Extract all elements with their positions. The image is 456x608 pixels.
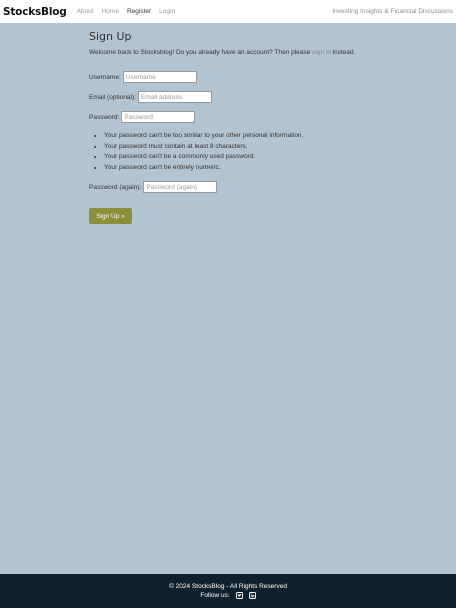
copyright-text: © 2024 StocksBlog - All Rights Reserved: [169, 583, 287, 590]
follow-row: Follow us:: [0, 592, 456, 599]
list-item: Your password must contain at least 8 ch…: [104, 142, 389, 153]
list-item: Your password can't be too similar to yo…: [104, 131, 389, 142]
nav-link-home[interactable]: Home: [102, 8, 119, 15]
page-title: Sign Up: [89, 30, 132, 43]
twitter-icon[interactable]: [235, 592, 243, 599]
signup-form-section: Sign Up Welcome back to Stocksblog! Do y…: [89, 30, 389, 224]
password-again-label: Password (again):: [89, 183, 142, 191]
navbar: StocksBlog About Home Register Login Inv…: [0, 0, 456, 23]
email-label: Email (optional):: [89, 93, 136, 101]
welcome-prefix: Welcome back to Stocksblog! Do you alrea…: [89, 49, 311, 56]
nav-link-about[interactable]: About: [77, 8, 94, 15]
password-again-row: Password (again):: [89, 181, 389, 193]
email-input[interactable]: [137, 91, 212, 103]
signup-button[interactable]: Sign Up »: [89, 208, 132, 224]
linkedin-icon[interactable]: [248, 592, 256, 599]
email-row: Email (optional):: [89, 91, 389, 103]
follow-label: Follow us:: [200, 592, 230, 599]
password-row: Password:: [89, 111, 389, 123]
welcome-text: Welcome back to Stocksblog! Do you alrea…: [89, 49, 389, 56]
password-help-list: Your password can't be too similar to yo…: [89, 131, 389, 173]
nav-link-register[interactable]: Register: [127, 8, 151, 15]
nav-link-login[interactable]: Login: [159, 8, 175, 15]
password-again-input[interactable]: [143, 181, 218, 193]
list-item: Your password can't be entirely numeric.: [104, 163, 389, 174]
welcome-suffix: instead.: [332, 49, 356, 56]
tagline: Investing Insights & Financial Discussio…: [332, 8, 453, 15]
password-input[interactable]: [121, 111, 196, 123]
signin-link[interactable]: sign in: [312, 49, 331, 56]
username-input[interactable]: [122, 71, 197, 83]
username-row: Username:: [89, 71, 389, 83]
password-label: Password:: [89, 113, 120, 121]
brand-logo[interactable]: StocksBlog: [3, 6, 67, 18]
username-label: Username:: [89, 73, 121, 81]
nav-links: About Home Register Login: [77, 8, 175, 15]
list-item: Your password can't be a commonly used p…: [104, 152, 389, 163]
footer: © 2024 StocksBlog - All Rights Reserved …: [0, 574, 456, 608]
